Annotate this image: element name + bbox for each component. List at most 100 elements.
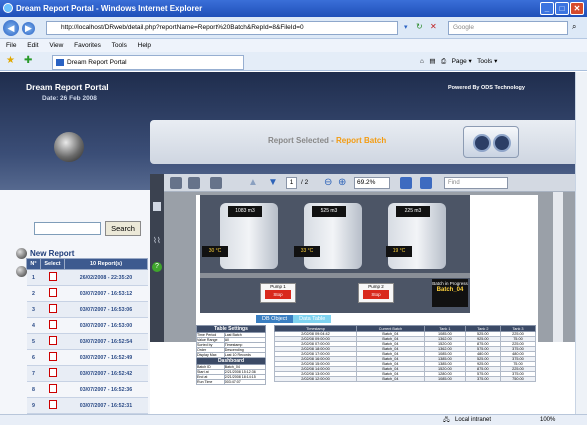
pdf-icon[interactable] (40, 333, 65, 350)
report-row[interactable]: 2 03/07/2007 - 16:53:12 (26, 285, 148, 302)
report-date-link[interactable]: 03/07/2007 - 16:52:54 (64, 333, 148, 350)
batch-value: Batch_04 (436, 287, 464, 293)
zoom-level[interactable]: 100% (540, 415, 555, 425)
menu-file[interactable]: File (6, 42, 16, 49)
zoom-select[interactable]: 69.2% (354, 177, 390, 189)
close-button[interactable]: ✕ (570, 2, 584, 15)
report-date-link[interactable]: 03/07/2007 - 16:53:12 (64, 285, 148, 302)
report-row[interactable]: 1 26/02/2008 - 22:35:20 (26, 269, 148, 286)
report-number: 8 (26, 381, 41, 398)
menu-view[interactable]: View (49, 42, 63, 49)
fit-width-icon[interactable] (420, 177, 432, 189)
report-date-link[interactable]: 03/07/2007 - 16:52:31 (64, 397, 148, 414)
report-date-link[interactable]: 26/02/2008 - 22:35:20 (64, 269, 148, 286)
col-number: N° (26, 258, 41, 270)
maximize-button[interactable]: □ (555, 2, 569, 15)
find-input[interactable]: Find (444, 177, 508, 189)
tank-2-volume: 525 m3 (312, 206, 346, 217)
dashboard-title: Dashboard (196, 357, 266, 365)
pdf-icon[interactable] (40, 301, 65, 318)
report-row[interactable]: 9 03/07/2007 - 16:52:31 (26, 397, 148, 414)
pdf-icon[interactable] (40, 397, 65, 414)
report-date-link[interactable]: 03/07/2007 - 16:53:00 (64, 317, 148, 334)
report-row[interactable]: 6 03/07/2007 - 16:52:49 (26, 349, 148, 366)
dashboard-row: End at 2/21/2008 18:14:15 (196, 374, 267, 380)
col-reports: 10 Report(s) (64, 258, 148, 270)
feeds-icon[interactable]: ▤ (429, 58, 435, 65)
search-icon[interactable]: ⌕ (572, 22, 576, 32)
tab-db-object[interactable]: DB Object (256, 315, 294, 323)
search-input[interactable]: Google (448, 21, 568, 35)
help-icon[interactable]: ? (152, 262, 162, 272)
back-icon[interactable]: ◀ (3, 20, 19, 36)
report-search-input[interactable] (34, 222, 101, 235)
portal-date: Date: 26 Feb 2008 (42, 95, 97, 102)
menu-favorites[interactable]: Favorites (74, 42, 101, 49)
pipe (200, 273, 470, 278)
menu-edit[interactable]: Edit (27, 42, 38, 49)
address-bar: ◀ ▶ http://localhost/DRweb/detail.php?re… (0, 17, 587, 39)
report-number: 6 (26, 349, 41, 366)
report-row[interactable]: 8 03/07/2007 - 16:52:36 (26, 381, 148, 398)
pdf-viewer: 1083 m3 525 m3 225 m3 30 °C 33 °C 19 °C … (164, 192, 575, 385)
prev-page-icon[interactable]: ▲ (248, 177, 258, 188)
url-input[interactable]: http://localhost/DRweb/detail.php?report… (46, 21, 398, 35)
page-scrollbar[interactable] (575, 72, 587, 414)
dashboard-row: Start at 2/21/2008 15:12:36 (196, 369, 267, 375)
report-row[interactable]: 7 03/07/2007 - 16:52:42 (26, 365, 148, 382)
pdf-icon[interactable] (40, 317, 65, 334)
menu-help[interactable]: Help (138, 42, 151, 49)
refresh-icon[interactable]: ↻ (416, 22, 423, 31)
save-pdf-icon[interactable] (188, 177, 200, 189)
add-favorite-icon[interactable]: ✚ (24, 55, 32, 66)
pdf-icon[interactable] (40, 285, 65, 302)
report-row[interactable]: 3 03/07/2007 - 16:53:06 (26, 301, 148, 318)
dashboard-key: Run Time (196, 379, 225, 385)
dropdown-arrow-icon[interactable]: ▾ (404, 23, 408, 31)
pdf-icon[interactable] (40, 349, 65, 366)
col-select: Select (40, 258, 65, 270)
report-row[interactable]: 5 03/07/2007 - 16:52:54 (26, 333, 148, 350)
next-page-icon[interactable]: ▼ (268, 177, 278, 188)
selected-report-name: Report Batch (336, 136, 387, 145)
tools-menu[interactable]: Tools ▾ (477, 58, 497, 65)
pdf-icon[interactable] (40, 365, 65, 382)
tab-data-table[interactable]: Data Table (293, 315, 332, 323)
ods-logo (463, 126, 519, 158)
favorites-star-icon[interactable]: ★ (6, 55, 15, 66)
report-date-link[interactable]: 03/07/2007 - 16:52:36 (64, 381, 148, 398)
report-list-table: N° Select 10 Report(s) 1 26/02/2008 - 22… (26, 258, 148, 414)
page-number-input[interactable]: 1 (286, 177, 297, 189)
hand-tool-icon[interactable] (210, 177, 222, 189)
zoom-out-icon[interactable]: ⊖ (324, 177, 332, 188)
search-button[interactable]: Search (105, 221, 141, 236)
batch-status: Batch in Progress Batch_04 (432, 279, 468, 307)
data-table-cell: Batch_04 (356, 376, 425, 382)
pdf-icon[interactable] (40, 269, 65, 286)
report-date-link[interactable]: 03/07/2007 - 16:52:49 (64, 349, 148, 366)
attachments-icon[interactable]: ⌇⌇ (153, 236, 161, 245)
report-date-link[interactable]: 03/07/2007 - 16:53:06 (64, 301, 148, 318)
pdf-side-toolstrip: ⌇⌇ ? (150, 174, 164, 342)
report-row[interactable]: 4 03/07/2007 - 16:53:00 (26, 317, 148, 334)
home-icon[interactable]: ⌂ (420, 58, 424, 65)
report-date-link[interactable]: 03/07/2007 - 16:52:42 (64, 365, 148, 382)
new-report-link[interactable]: New Report (30, 249, 74, 258)
zoom-in-icon[interactable]: ⊕ (338, 177, 346, 188)
pdf-icon[interactable] (40, 381, 65, 398)
fit-page-icon[interactable] (400, 177, 412, 189)
minimize-button[interactable]: _ (540, 2, 554, 15)
window-title-bar: Dream Report Portal - Windows Internet E… (0, 0, 587, 17)
tab-dream-report-portal[interactable]: Dream Report Portal (52, 55, 244, 70)
stop-icon[interactable]: ✕ (430, 22, 437, 31)
table-settings-title: Table Settings (196, 325, 266, 333)
page-menu[interactable]: Page ▾ (452, 58, 472, 65)
menu-tools[interactable]: Tools (112, 42, 127, 49)
pump-1-stop: Stop (265, 290, 291, 299)
pdf-scrollbar[interactable] (553, 192, 563, 342)
forward-icon[interactable]: ▶ (22, 22, 35, 35)
print-pdf-icon[interactable] (170, 177, 182, 189)
print-icon[interactable]: ⎙ (441, 58, 446, 65)
page-icon (56, 59, 64, 66)
pages-icon[interactable] (153, 202, 161, 211)
